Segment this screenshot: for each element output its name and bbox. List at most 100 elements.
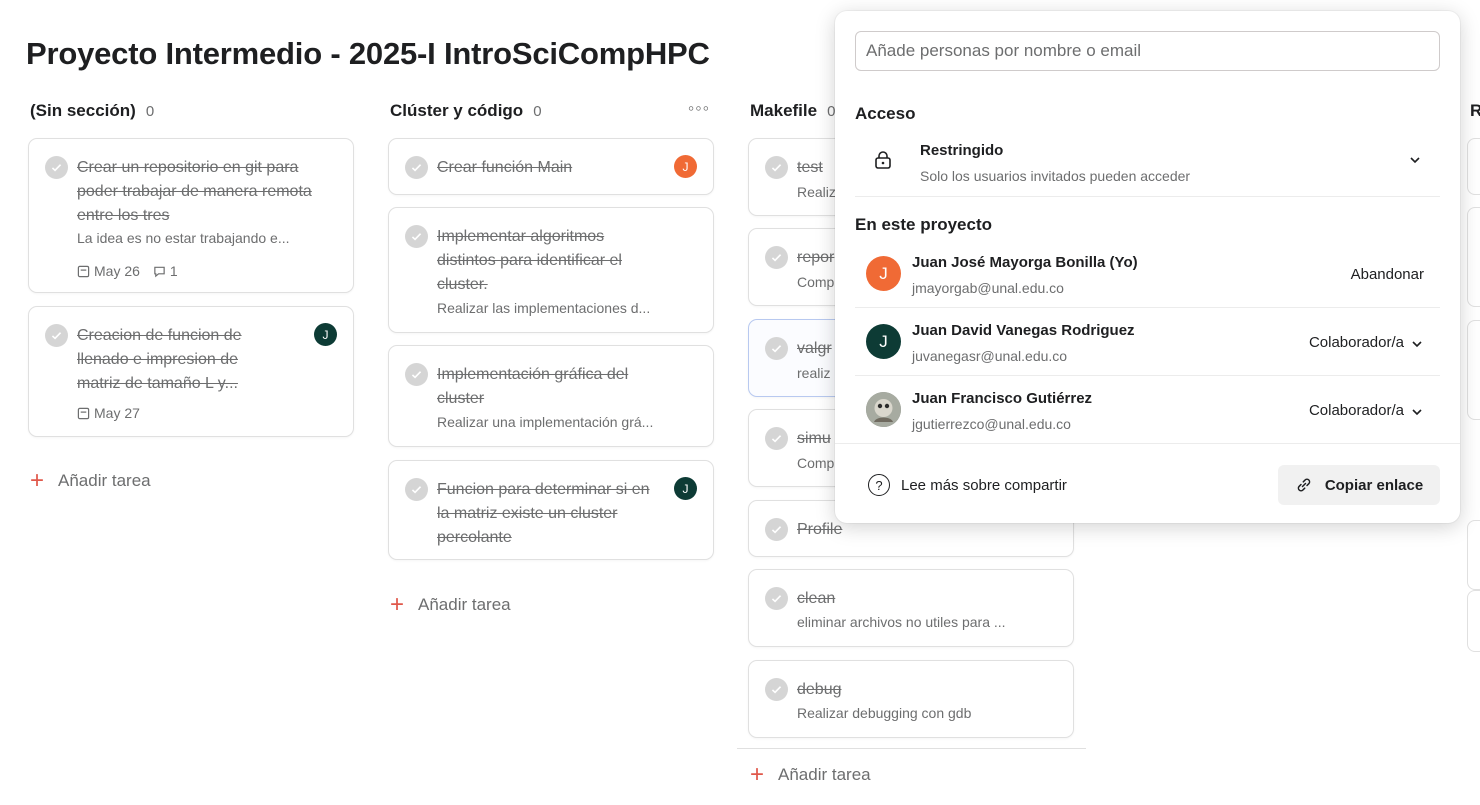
complete-check-icon[interactable]	[765, 678, 788, 701]
task-title: Crear función Main	[437, 159, 573, 176]
avatar-photo	[866, 392, 901, 427]
column-header[interactable]: (Sin sección) 0	[28, 98, 354, 124]
task-title: Creacion de funcion de llenado e impresi…	[77, 327, 242, 392]
complete-check-icon[interactable]	[45, 156, 68, 179]
task-meta: May 27	[77, 405, 140, 421]
link-icon	[1297, 478, 1311, 492]
task-description: eliminar archivos no utiles para ...	[797, 614, 1006, 630]
task-title: Crear un repositorio en git para poder t…	[77, 159, 312, 224]
invite-search-input[interactable]	[855, 31, 1440, 71]
due-date: May 27	[94, 405, 140, 421]
complete-check-icon[interactable]	[765, 518, 788, 541]
avatar: J	[866, 324, 901, 359]
leave-project-button[interactable]: Abandonar	[1351, 266, 1424, 283]
task-description: La idea es no estar trabajando e...	[77, 230, 290, 246]
column-title: (Sin sección)	[30, 101, 136, 120]
share-dialog-footer: ? Lee más sobre compartir Copiar enlace	[835, 443, 1460, 523]
column-count: 0	[145, 102, 155, 120]
task-card-partial[interactable]	[1467, 207, 1480, 307]
task-card-partial[interactable]	[1467, 590, 1480, 652]
complete-check-icon[interactable]	[45, 324, 68, 347]
access-heading: Acceso	[855, 104, 916, 123]
add-task-button[interactable]: + Añadir tarea	[390, 593, 511, 617]
calendar-icon	[77, 407, 90, 419]
assignee-avatar[interactable]: J	[314, 323, 337, 346]
member-role-select[interactable]: Colaborador/a	[1309, 402, 1404, 419]
access-level-select[interactable]: Restringido Solo los usuarios invitados …	[855, 135, 1440, 197]
member-row: Juan Francisco Gutiérrez jgutierrezco@un…	[855, 376, 1440, 444]
due-date: May 26	[94, 263, 140, 279]
column-more-icon[interactable]: ◦◦◦	[688, 98, 710, 119]
complete-check-icon[interactable]	[765, 587, 788, 610]
member-email: juvanegasr@unal.edu.co	[912, 348, 1068, 364]
task-card[interactable]: debug Realizar debugging con gdb	[748, 660, 1074, 738]
page-title: Proyecto Intermedio - 2025-I IntroSciCom…	[26, 36, 710, 71]
column-count: 0	[533, 102, 542, 120]
task-meta: May 26 1	[77, 263, 178, 279]
plus-icon: +	[390, 591, 405, 618]
task-description: Realizar debugging con gdb	[797, 705, 972, 721]
add-task-button[interactable]: + Añadir tarea	[30, 469, 151, 493]
column-header[interactable]: R	[1468, 98, 1480, 124]
member-row: J Juan José Mayorga Bonilla (Yo) jmayorg…	[855, 240, 1440, 308]
task-card-partial[interactable]	[1467, 138, 1480, 195]
complete-check-icon[interactable]	[765, 337, 788, 360]
task-card[interactable]: Funcion para determinar si en la matriz …	[388, 460, 714, 560]
column-divider	[737, 748, 1086, 749]
task-title: Implementación gráfica del cluster	[437, 366, 629, 407]
task-card[interactable]: Crear función Main J	[388, 138, 714, 195]
copy-link-button[interactable]: Copiar enlace	[1278, 465, 1440, 505]
members-heading: En este proyecto	[855, 215, 992, 234]
plus-icon: +	[30, 467, 45, 494]
member-name: Juan Francisco Gutiérrez	[912, 390, 1093, 407]
member-name: Juan David Vanegas Rodriguez	[912, 322, 1135, 339]
access-subtitle: Solo los usuarios invitados pueden acced…	[920, 168, 1191, 184]
help-icon: ?	[868, 474, 890, 496]
complete-check-icon[interactable]	[405, 478, 428, 501]
task-card[interactable]: Implementación gráfica del cluster Reali…	[388, 345, 714, 447]
complete-check-icon[interactable]	[765, 156, 788, 179]
help-link[interactable]: ? Lee más sobre compartir	[868, 474, 1067, 496]
lock-icon	[875, 151, 891, 169]
member-email: jmayorgab@unal.edu.co	[912, 280, 1064, 296]
task-title: debug	[797, 681, 842, 698]
chevron-down-icon[interactable]	[1410, 337, 1424, 351]
column-header[interactable]: Clúster y código 0	[388, 98, 714, 124]
complete-check-icon[interactable]	[765, 246, 788, 269]
complete-check-icon[interactable]	[405, 225, 428, 248]
task-title: Funcion para determinar si en la matriz …	[437, 481, 650, 546]
avatar: J	[866, 256, 901, 291]
assignee-avatar[interactable]: J	[674, 155, 697, 178]
add-task-label: Añadir tarea	[58, 471, 151, 490]
copy-link-label: Copiar enlace	[1324, 476, 1424, 494]
task-card[interactable]: clean eliminar archivos no utiles para .…	[748, 569, 1074, 647]
member-row: J Juan David Vanegas Rodriguez juvanegas…	[855, 308, 1440, 376]
column-title: R	[1470, 101, 1480, 120]
add-task-button[interactable]: + Añadir tarea	[750, 763, 871, 787]
column-title: Clúster y código	[390, 101, 524, 120]
member-email: jgutierrezco@unal.edu.co	[912, 416, 1071, 432]
task-card-partial[interactable]	[1467, 520, 1480, 590]
task-card[interactable]: Crear un repositorio en git para poder t…	[28, 138, 354, 293]
chevron-down-icon	[1410, 157, 1420, 164]
task-description: Realizar una implementación grá...	[437, 414, 654, 430]
comment-count: 1	[169, 263, 178, 279]
board-column-cluster: Clúster y código 0 ◦◦◦	[388, 98, 714, 124]
help-label: Lee más sobre compartir	[901, 476, 1067, 494]
member-name: Juan José Mayorga Bonilla (Yo)	[912, 254, 1138, 271]
task-card-partial[interactable]	[1467, 320, 1480, 420]
chevron-down-icon[interactable]	[1410, 405, 1424, 419]
task-card[interactable]: Creacion de funcion de llenado e impresi…	[28, 306, 354, 437]
add-task-label: Añadir tarea	[778, 765, 871, 784]
assignee-avatar[interactable]: J	[674, 477, 697, 500]
complete-check-icon[interactable]	[765, 427, 788, 450]
complete-check-icon[interactable]	[405, 156, 428, 179]
complete-check-icon[interactable]	[405, 363, 428, 386]
task-description: Realizar las implementaciones d...	[437, 300, 651, 316]
member-role-select[interactable]: Colaborador/a	[1309, 334, 1404, 351]
board-column-no-section: (Sin sección) 0	[28, 98, 354, 124]
access-title: Restringido	[920, 142, 1004, 159]
task-card[interactable]: Implementar algoritmos distintos para id…	[388, 207, 714, 333]
add-task-label: Añadir tarea	[418, 595, 511, 614]
plus-icon: +	[750, 761, 765, 788]
